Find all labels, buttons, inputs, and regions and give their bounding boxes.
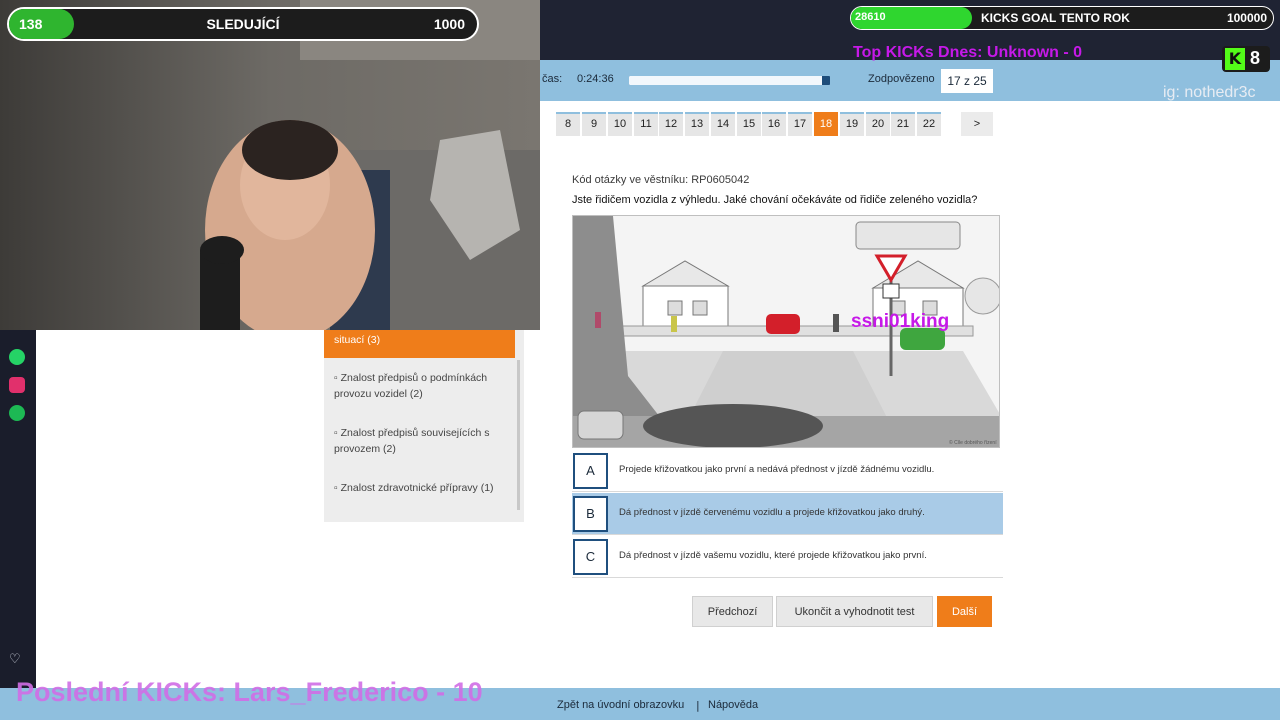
end-test-button[interactable]: Ukončit a vyhodnotit test	[776, 596, 933, 627]
question-code: Kód otázky ve věstníku: RP0605042	[572, 174, 750, 186]
kicks-title: KICKS GOAL TENTO ROK	[981, 11, 1130, 25]
question-nav-item[interactable]: 11	[634, 112, 658, 136]
timer-progress	[629, 76, 830, 85]
instagram-handle: ig: nothedr3c	[1163, 84, 1256, 101]
answer-text: Projede křižovatkou jako první a nedává …	[619, 464, 935, 475]
question-nav-item[interactable]: 21	[891, 112, 915, 136]
next-button[interactable]: Další	[937, 596, 992, 627]
answer-letter[interactable]: B	[573, 496, 608, 532]
kicks-goal: 100000	[1226, 11, 1267, 25]
question-nav-item[interactable]: 14	[711, 112, 735, 136]
question-text: Jste řidičem vozidla z výhledu. Jaké cho…	[572, 194, 978, 206]
followers-title: SLEDUJÍCÍ	[206, 16, 280, 32]
chat-overlay-name: ssni01king	[851, 311, 949, 332]
answer-text: Dá přednost v jízdě vašemu vozidlu, kter…	[619, 550, 927, 561]
webcam-feed	[0, 0, 540, 330]
answer-option[interactable]: A Projede křižovatkou jako první a nedává…	[572, 450, 1003, 492]
previous-button[interactable]: Předchozí	[692, 596, 773, 627]
spotify-icon[interactable]	[9, 405, 25, 421]
kick-badge-count: 8	[1250, 48, 1261, 68]
instagram-icon[interactable]	[9, 377, 25, 393]
question-nav-item[interactable]: 17	[788, 112, 812, 136]
answer-letter[interactable]: C	[573, 539, 608, 575]
intersection-illustration: © Cíle dobrého řízení ssni01king	[573, 216, 999, 447]
webcam-image	[0, 0, 540, 330]
followers-goal-bar: 138 SLEDUJÍCÍ 1000	[7, 7, 479, 41]
kicks-goal-bar: 28610 KICKS GOAL TENTO ROK 100000	[850, 6, 1274, 30]
answer-list: A Projede křižovatkou jako první a nedává…	[572, 450, 1003, 579]
top-kicks-label: Top KICKs Dnes: Unknown - 0	[853, 44, 1083, 61]
answer-text: Dá přednost v jízdě červenému vozidlu a …	[619, 507, 925, 518]
question-nav-item[interactable]: 10	[608, 112, 632, 136]
question-nav-item[interactable]: 15	[737, 112, 761, 136]
followers-goal: 1000	[433, 16, 465, 32]
question-nav-item[interactable]: 16	[762, 112, 786, 136]
topic-item[interactable]: ▫ Znalost předpisů o podmínkách provozu …	[334, 370, 512, 402]
kick-logo-icon: K	[1225, 48, 1245, 70]
help-link[interactable]: Nápověda	[708, 699, 758, 711]
answer-letter[interactable]: A	[573, 453, 608, 489]
topic-scrollbar[interactable]	[517, 360, 520, 510]
answered-label: Zodpovězeno	[868, 73, 935, 85]
topic-list: situací (3) ▫ Znalost předpisů o podmínk…	[324, 330, 524, 522]
kicks-count: 28610	[855, 11, 886, 23]
question-nav-item[interactable]: 13	[685, 112, 709, 136]
whatsapp-icon[interactable]	[9, 349, 25, 365]
last-kicks-label: Poslední KICKs: Lars_Frederico - 10	[16, 677, 483, 707]
home-link[interactable]: Zpět na úvodní obrazovku	[557, 699, 684, 711]
question-image: © Cíle dobrého řízení ssni01king	[572, 215, 1000, 448]
question-nav-item[interactable]: 8	[556, 112, 580, 136]
heart-icon[interactable]: ♡	[9, 652, 21, 667]
question-nav-item[interactable]: 19	[840, 112, 864, 136]
answer-option[interactable]: B Dá přednost v jízdě červenému vozidlu a…	[572, 493, 1003, 535]
topic-item[interactable]: ▫ Znalost zdravotnické přípravy (1)	[334, 480, 512, 496]
topic-item[interactable]: ▫ Znalost předpisů souvisejících s provo…	[334, 425, 512, 457]
image-caption: © Cíle dobrého řízení	[949, 439, 997, 446]
question-nav-next[interactable]: >	[961, 112, 993, 136]
question-nav-item[interactable]: 20	[866, 112, 890, 136]
kick-badge: K 8	[1222, 46, 1270, 72]
question-nav-item[interactable]: 12	[659, 112, 683, 136]
timer-label: čas:	[542, 73, 563, 85]
answer-option[interactable]: C Dá přednost v jízdě vašemu vozidlu, kte…	[572, 536, 1003, 578]
timer-value: 0:24:36	[577, 73, 614, 85]
question-nav-item[interactable]: 22	[917, 112, 941, 136]
answered-count: 17 z 25	[941, 69, 993, 93]
timer-progress-fill	[629, 76, 822, 85]
topic-item-active[interactable]: situací (3)	[324, 330, 515, 358]
footer-separator: |	[696, 699, 700, 712]
question-nav-item[interactable]: 9	[582, 112, 606, 136]
question-nav-item[interactable]: 18	[814, 112, 838, 136]
question-navigation: 78910111213141516171819202122>	[526, 108, 1000, 138]
